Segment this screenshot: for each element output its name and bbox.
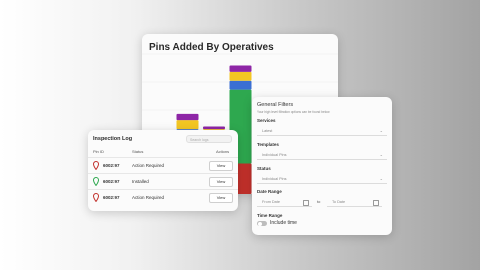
- pin-status: Installed: [132, 179, 149, 184]
- status-value: Individual Pins: [262, 177, 287, 181]
- status-select[interactable]: Individual Pins ⌄: [257, 174, 387, 184]
- column-header-pin-id: Pin ID: [93, 149, 104, 154]
- toggle-knob: [257, 221, 262, 226]
- general-filters-card: General Filters Your high level filtrati…: [252, 97, 392, 235]
- view-button[interactable]: View: [209, 193, 233, 203]
- templates-select[interactable]: Individual Pins ⌄: [257, 150, 387, 160]
- to-date-placeholder: To Date: [332, 200, 346, 204]
- table-row: 6002:97 Action Required View: [88, 157, 238, 174]
- bar-segment: [176, 113, 199, 121]
- date-range-separator: to: [317, 199, 321, 204]
- view-button[interactable]: View: [209, 161, 233, 171]
- date-range-label: Date Range: [257, 189, 282, 194]
- services-select[interactable]: Latest ⌄: [257, 126, 387, 136]
- pin-id: 6002:97: [103, 195, 120, 200]
- table-row: 6002:97 Action Required View: [88, 189, 238, 206]
- chevron-down-icon: ⌄: [379, 152, 383, 157]
- pin-status: Action Required: [132, 163, 165, 168]
- from-date-placeholder: From Date: [262, 200, 280, 204]
- include-time-label: Include time: [270, 220, 297, 226]
- chevron-down-icon: ⌄: [379, 176, 383, 181]
- bar-segment: [229, 80, 252, 90]
- templates-label: Templates: [257, 142, 279, 147]
- calendar-icon: [373, 200, 379, 206]
- bar-segment: [203, 126, 225, 130]
- inspection-log-card: Inspection Log Search logs Pin ID Status…: [88, 130, 238, 211]
- table-row: 6002:97 Installed View: [88, 173, 238, 190]
- map-pin-icon: [93, 177, 99, 186]
- calendar-icon: [303, 200, 309, 206]
- map-pin-icon: [93, 161, 99, 170]
- view-button[interactable]: View: [209, 177, 233, 187]
- pin-id: 6002:97: [103, 179, 120, 184]
- column-header-status: Status: [132, 149, 144, 154]
- bar-segment: [229, 71, 252, 81]
- from-date-input[interactable]: From Date: [257, 197, 312, 207]
- column-header-actions: Actions: [216, 149, 230, 154]
- chevron-down-icon: ⌄: [379, 128, 383, 133]
- services-value: Latest: [262, 129, 273, 133]
- filters-subtitle: Your high level filtration options can b…: [257, 110, 330, 114]
- bar-segment: [176, 120, 199, 130]
- status-label: Status: [257, 166, 271, 171]
- to-date-input[interactable]: To Date: [327, 197, 382, 207]
- templates-value: Individual Pins: [262, 153, 287, 157]
- time-range-label: Time Range: [257, 213, 283, 218]
- services-label: Services: [257, 118, 276, 123]
- inspection-log-title: Inspection Log: [93, 136, 133, 142]
- pin-status: Action Required: [132, 195, 165, 200]
- filters-title: General Filters: [257, 102, 294, 108]
- pin-id: 6002:97: [103, 163, 120, 168]
- bar-segment: [229, 65, 252, 72]
- map-pin-icon: [93, 193, 99, 202]
- search-input[interactable]: Search logs: [186, 135, 232, 143]
- include-time-toggle[interactable]: [257, 221, 267, 226]
